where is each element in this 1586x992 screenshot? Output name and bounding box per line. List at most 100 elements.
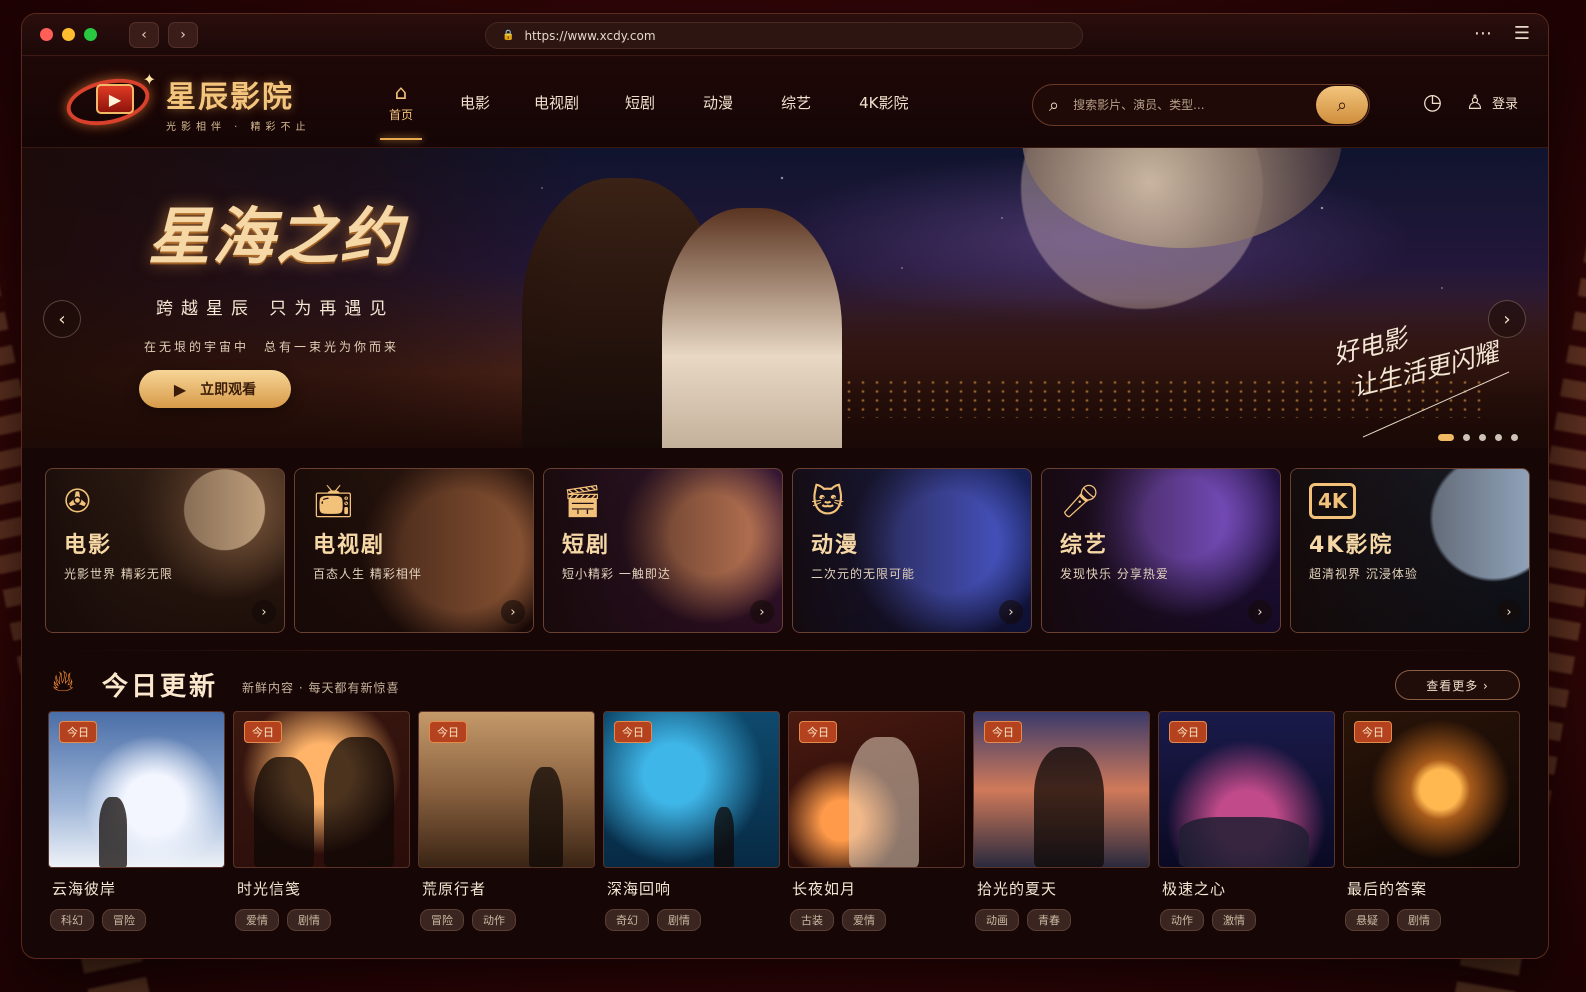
nav-item-short[interactable]: 短剧 — [625, 92, 655, 113]
more-options-icon[interactable]: ⋯ — [1474, 23, 1492, 44]
movie-title[interactable]: 极速之心 — [1162, 878, 1335, 899]
genre-tag[interactable]: 剧情 — [657, 909, 701, 931]
movie-title[interactable]: 荒原行者 — [422, 878, 595, 899]
chevron-right-icon[interactable]: › — [999, 600, 1023, 624]
genre-tag[interactable]: 悬疑 — [1345, 909, 1389, 931]
history-clock-icon[interactable]: ◷ — [1423, 90, 1442, 115]
today-badge: 今日 — [1354, 721, 1392, 743]
today-badge: 今日 — [984, 721, 1022, 743]
movie-card[interactable]: 今日 极速之心 动作 激情 — [1158, 711, 1335, 931]
hero-title: 星海之约 — [148, 200, 405, 273]
genre-tag[interactable]: 爱情 — [235, 909, 279, 931]
movie-poster[interactable]: 今日 — [603, 711, 780, 868]
movie-poster[interactable]: 今日 — [418, 711, 595, 868]
category-card-movies[interactable]: ✇ 电影 光影世界 精彩无限 › — [45, 468, 285, 633]
pager-dot[interactable] — [1463, 434, 1470, 441]
maximize-window-button[interactable] — [84, 28, 97, 41]
close-window-button[interactable] — [40, 28, 53, 41]
address-bar[interactable]: 🔒 https://www.xcdy.com — [485, 22, 1083, 49]
genre-tag[interactable]: 动作 — [472, 909, 516, 931]
hero-subtitle: 跨越星辰 只为再遇见 — [156, 299, 395, 319]
nav-item-tv[interactable]: 电视剧 — [534, 92, 579, 113]
carousel-pager — [1438, 434, 1518, 441]
movie-card[interactable]: 今日 荒原行者 冒险 动作 — [418, 711, 595, 931]
browser-window: ‹ › 🔒 https://www.xcdy.com ⋯ ☰ ▶ ✦ 星辰影院 … — [22, 14, 1548, 958]
genre-tag[interactable]: 冒险 — [102, 909, 146, 931]
genre-tag[interactable]: 古装 — [790, 909, 834, 931]
nav-item-movies[interactable]: 电影 — [460, 92, 490, 113]
film-reel-icon: ✇ — [64, 482, 91, 520]
today-badge: 今日 — [429, 721, 467, 743]
hero-next-button[interactable]: › — [1488, 300, 1526, 338]
section-subtitle: 新鲜内容 · 每天都有新惊喜 — [242, 681, 400, 695]
hero-banner[interactable]: 星海之约 跨越星辰 只为再遇见 在无垠的宇宙中 总有一束光为你而来 ▶ 立即观看… — [22, 148, 1548, 448]
category-name: 电视剧 — [313, 533, 386, 558]
category-card-short[interactable]: 🎬︎ 短剧 短小精彩 一触即达 › — [543, 468, 783, 633]
movie-title[interactable]: 最后的答案 — [1347, 878, 1520, 899]
movie-list: 今日 云海彼岸 科幻 冒险 今日 时光信笺 爱情 剧情 今日 荒原行者 冒险 动作 今… — [48, 711, 1520, 931]
movie-card[interactable]: 今日 云海彼岸 科幻 冒险 — [48, 711, 225, 931]
genre-tag[interactable]: 剧情 — [287, 909, 331, 931]
nav-item-4k[interactable]: 4K影院 — [859, 92, 908, 113]
movie-card[interactable]: 今日 深海回响 奇幻 剧情 — [603, 711, 780, 931]
watch-now-button[interactable]: ▶ 立即观看 — [139, 370, 291, 408]
forward-button[interactable]: › — [168, 21, 198, 48]
view-more-button[interactable]: 查看更多 › — [1395, 670, 1520, 700]
fire-icon: 🔥︎ — [52, 664, 75, 699]
movie-card[interactable]: 今日 长夜如月 古装 爱情 — [788, 711, 965, 931]
movie-poster[interactable]: 今日 — [233, 711, 410, 868]
chevron-left-icon: ‹ — [141, 26, 147, 43]
genre-tag[interactable]: 青春 — [1027, 909, 1071, 931]
login-button[interactable]: ♙ 登录 — [1466, 90, 1518, 114]
nav-item-variety[interactable]: 综艺 — [781, 92, 811, 113]
movie-poster[interactable]: 今日 — [1158, 711, 1335, 868]
movie-poster[interactable]: 今日 — [788, 711, 965, 868]
pager-dot[interactable] — [1438, 434, 1454, 441]
movie-poster[interactable]: 今日 — [48, 711, 225, 868]
site-logo[interactable]: ▶ ✦ 星辰影院 光影相伴 · 精彩不止 — [58, 70, 311, 134]
movie-card[interactable]: 今日 拾光的夏天 动画 青春 — [973, 711, 1150, 931]
movie-poster[interactable]: 今日 — [973, 711, 1150, 868]
minimize-window-button[interactable] — [62, 28, 75, 41]
category-card-4k[interactable]: 4K 4K影院 超清视界 沉浸体验 › — [1290, 468, 1530, 633]
genre-tag[interactable]: 科幻 — [50, 909, 94, 931]
microphone-icon: 🎤︎ — [1060, 482, 1101, 520]
category-card-tv[interactable]: 📺︎ 电视剧 百态人生 精彩相伴 › — [294, 468, 534, 633]
logo-film-icon: ▶ ✦ — [58, 70, 162, 134]
nav-item-anime[interactable]: 动漫 — [703, 92, 733, 113]
chevron-right-icon[interactable]: › — [1497, 600, 1521, 624]
chevron-right-icon[interactable]: › — [252, 600, 276, 624]
category-card-anime[interactable]: 🐱︎ 动漫 二次元的无限可能 › — [792, 468, 1032, 633]
movie-card[interactable]: 今日 时光信笺 爱情 剧情 — [233, 711, 410, 931]
search-button[interactable]: ⌕ — [1316, 86, 1368, 124]
lock-icon: 🔒 — [502, 30, 515, 41]
pager-dot[interactable] — [1479, 434, 1486, 441]
movie-card[interactable]: 今日 最后的答案 悬疑 剧情 — [1343, 711, 1520, 931]
genre-tag[interactable]: 剧情 — [1397, 909, 1441, 931]
hero-prev-button[interactable]: ‹ — [43, 300, 81, 338]
genre-tag[interactable]: 冒险 — [420, 909, 464, 931]
nav-item-home[interactable]: ⌂ 首页 — [378, 56, 424, 148]
genre-tag[interactable]: 爱情 — [842, 909, 886, 931]
chevron-right-icon[interactable]: › — [1248, 600, 1272, 624]
search-input[interactable] — [1073, 98, 1316, 112]
movie-title[interactable]: 长夜如月 — [792, 878, 965, 899]
movie-title[interactable]: 云海彼岸 — [52, 878, 225, 899]
pager-dot[interactable] — [1495, 434, 1502, 441]
chevron-right-icon[interactable]: › — [750, 600, 774, 624]
movie-title[interactable]: 深海回响 — [607, 878, 780, 899]
back-button[interactable]: ‹ — [129, 21, 159, 48]
movie-poster[interactable]: 今日 — [1343, 711, 1520, 868]
chevron-right-icon[interactable]: › — [501, 600, 525, 624]
category-card-variety[interactable]: 🎤︎ 综艺 发现快乐 分享热爱 › — [1041, 468, 1281, 633]
genre-tag[interactable]: 动作 — [1160, 909, 1204, 931]
genre-tag[interactable]: 激情 — [1212, 909, 1256, 931]
genre-tag[interactable]: 动画 — [975, 909, 1019, 931]
main-nav: ⌂ 首页 电影 电视剧 短剧 动漫 综艺 4K影院 — [378, 56, 908, 148]
pager-dot[interactable] — [1511, 434, 1518, 441]
genre-tag[interactable]: 奇幻 — [605, 909, 649, 931]
movie-title[interactable]: 拾光的夏天 — [977, 878, 1150, 899]
movie-title[interactable]: 时光信笺 — [237, 878, 410, 899]
menu-icon[interactable]: ☰ — [1514, 23, 1530, 44]
chevron-left-icon: ‹ — [58, 308, 66, 330]
